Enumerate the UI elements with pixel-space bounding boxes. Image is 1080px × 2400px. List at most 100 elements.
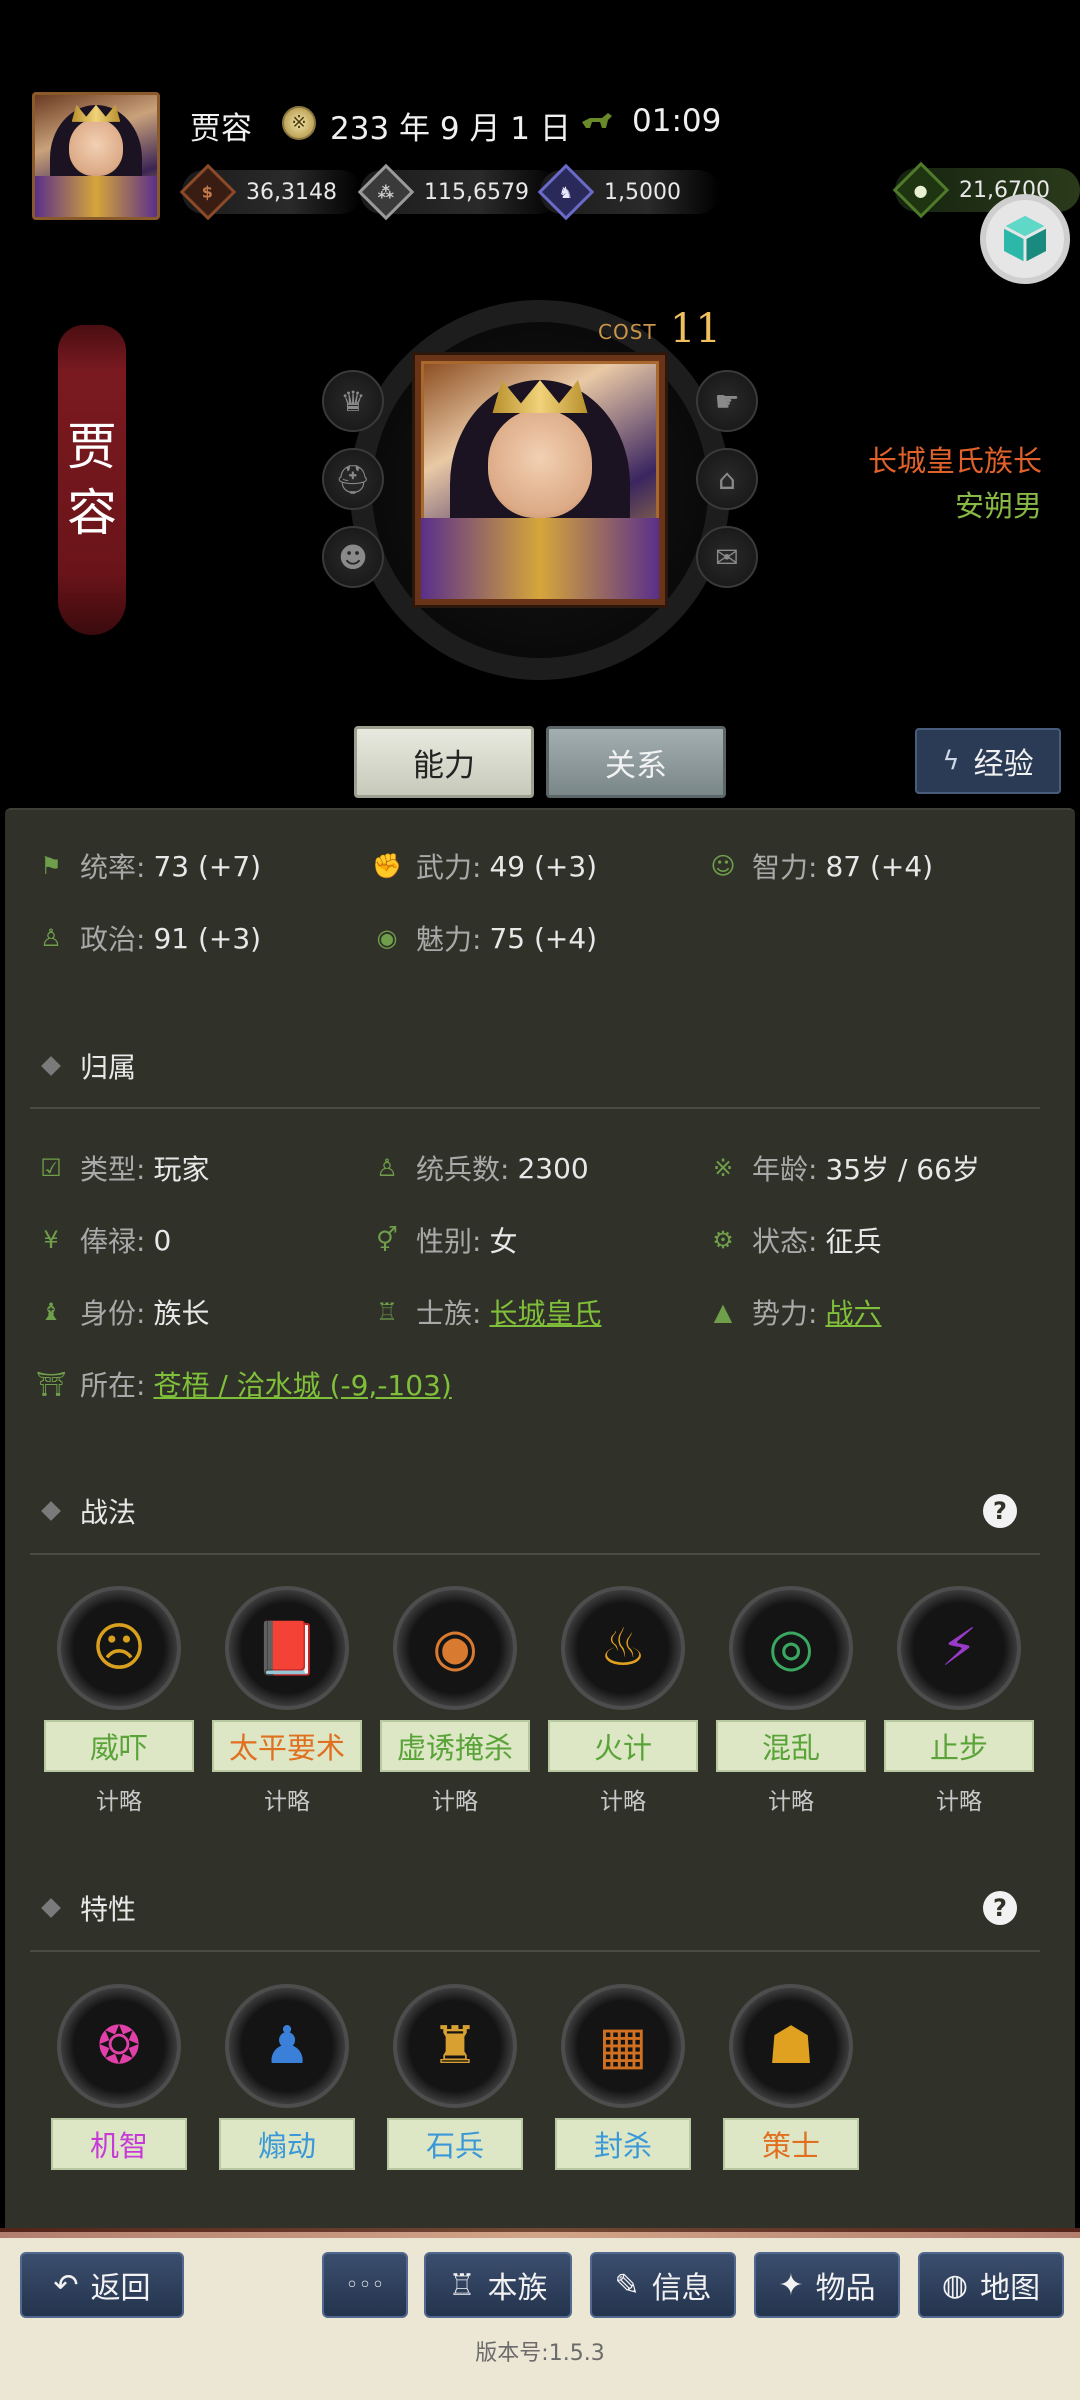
back-arrow-icon: ↶ (53, 2267, 79, 2303)
cube-icon[interactable] (980, 194, 1070, 284)
player-name: 贾容 (190, 111, 252, 147)
clan-button[interactable]: ♖ 本族 (424, 2252, 572, 2318)
clan-link[interactable]: 长城皇氏 (489, 1292, 601, 1332)
screaming-face-icon: ☹ (57, 1586, 181, 1710)
mask-slot-icon[interactable]: ☻ (322, 526, 384, 588)
figure-icon: ♝ (40, 1298, 62, 1326)
banner-char-2: 容 (67, 484, 117, 542)
hero-portrait[interactable] (415, 355, 665, 605)
brain-icon: ☺ (710, 852, 736, 880)
cost-value: 11 (670, 306, 721, 352)
noble-rank: 安朔男 (954, 489, 1042, 523)
info-location: ⛩ 所在: 苍梧 / 洽水城 (-9,-103) (36, 1364, 452, 1404)
hat-slot-icon[interactable]: ⌂ (696, 448, 758, 510)
flag-icon: ⚑ (40, 852, 62, 880)
grain-icon: ⁂ (357, 163, 415, 221)
info-type: ☑ 类型: 玩家 (36, 1148, 209, 1188)
version-label: 版本号:1.5.3 (475, 2341, 605, 2366)
tab-ability[interactable]: 能力 (354, 726, 534, 798)
crate-icon: ▦ (561, 1984, 685, 2108)
trait-item[interactable]: ❂ 机智 (44, 1984, 194, 2170)
stat-intelligence: ☺ 智力: 87 (+4) (708, 846, 933, 886)
section-traits: 特性 (41, 1888, 136, 1928)
person-icon: ♙ (376, 1154, 398, 1182)
stat-leadership: ⚑ 统率: 73 (+7) (36, 846, 261, 886)
brain-icon: ❂ (57, 1984, 181, 2108)
yen-coin-icon: ¥ (43, 1226, 59, 1254)
game-time: 01:09 (632, 103, 722, 139)
tactic-item[interactable]: ◎ 混乱 计略 (716, 1586, 866, 1816)
info-force: ▲ 势力: 战六 (708, 1292, 882, 1332)
bag-icon: ♙ (40, 924, 62, 952)
trait-item[interactable]: ♜ 石兵 (380, 1984, 530, 2170)
stat-charisma: ◉ 魅力: 75 (+4) (372, 918, 598, 958)
tactic-item[interactable]: 📕 太平要术 计略 (212, 1586, 362, 1816)
exp-button[interactable]: ϟ 经验 (915, 728, 1061, 794)
info-salary: ¥ 俸禄: 0 (36, 1220, 171, 1260)
eye-icon: ◉ (376, 924, 398, 952)
exp-button-label: 经验 (973, 747, 1034, 782)
status-icon: ⚙ (712, 1226, 734, 1254)
trait-item[interactable]: ▦ 封杀 (548, 1984, 698, 2170)
force-link[interactable]: 战六 (825, 1292, 881, 1332)
resource-grain: ⁂ 115,6579 (357, 163, 560, 221)
mask-icon: ◉ (393, 1586, 517, 1710)
banner-char-1: 贾 (67, 418, 117, 476)
bottom-bar-edge (0, 2228, 1080, 2238)
info-age: ※ 年龄: 35岁 / 66岁 (708, 1148, 980, 1188)
gate-icon: ⛩ (36, 1370, 67, 1398)
swirl-icon: ◎ (729, 1586, 853, 1710)
info-identity: ♝ 身份: 族长 (36, 1292, 209, 1332)
trait-item[interactable]: ♟ 煽动 (212, 1984, 362, 2170)
arm-icon: ✊ (372, 852, 402, 880)
calendar-coin-icon: ※ (282, 106, 316, 140)
info-button[interactable]: ✎ 信息 (590, 2252, 736, 2318)
items-icon: ✦ (778, 2267, 804, 2303)
resource-troops: ♞ 1,5000 (537, 163, 720, 221)
tactic-item[interactable]: ☹ 威吓 计略 (44, 1586, 194, 1816)
info-gender: ⚥ 性别: 女 (372, 1220, 517, 1260)
resource-troops-value: 1,5000 (604, 179, 681, 205)
speaker-icon: ♟ (225, 1984, 349, 2108)
hand-slot-icon[interactable]: ☛ (696, 370, 758, 432)
clan-icon: ♖ (448, 2267, 476, 2303)
helmet-slot-icon[interactable]: ⛑ (322, 448, 384, 510)
globe-icon: ◍ (941, 2267, 969, 2303)
boot-icon: ⚡ (897, 1586, 1021, 1710)
back-button[interactable]: ↶ 返回 (20, 2252, 184, 2318)
divider (30, 1107, 1040, 1109)
horse-icon (582, 113, 612, 128)
items-button[interactable]: ✦ 物品 (754, 2252, 900, 2318)
checklist-icon: ☑ (40, 1154, 62, 1182)
tactics-help-icon[interactable]: ? (983, 1494, 1017, 1528)
clan-icon: ♖ (376, 1298, 398, 1326)
clan-title: 长城皇氏族长 (867, 444, 1042, 478)
info-status: ⚙ 状态: 征兵 (708, 1220, 881, 1260)
tactic-item[interactable]: ⚡ 止步 计略 (884, 1586, 1034, 1816)
resource-gold: $ 36,3148 (179, 163, 362, 221)
stat-force: ✊ 武力: 49 (+3) (372, 849, 598, 885)
crown-slot-icon[interactable]: ♛ (322, 370, 384, 432)
more-button[interactable]: ◦◦◦ (322, 2252, 408, 2318)
resource-gold-value: 36,3148 (246, 179, 337, 205)
trait-item[interactable]: ☗ 策士 (716, 1984, 866, 2170)
spellbook-icon: 📕 (225, 1586, 349, 1710)
tab-relation[interactable]: 关系 (546, 726, 726, 798)
scholar-cap-slot-icon[interactable]: ✉ (696, 526, 758, 588)
map-button[interactable]: ◍ 地图 (918, 2252, 1064, 2318)
mountain-icon: ▲ (713, 1298, 733, 1326)
player-avatar[interactable] (32, 92, 160, 220)
lightning-icon: ϟ (942, 746, 960, 776)
gold-icon: $ (179, 163, 237, 221)
tactic-item[interactable]: ♨ 火计 计略 (548, 1586, 698, 1816)
more-dots-icon: ◦◦◦ (345, 2272, 385, 2298)
location-link[interactable]: 苍梧 / 洽水城 (-9,-103) (153, 1364, 451, 1404)
info-clan: ♖ 士族: 长城皇氏 (372, 1292, 601, 1332)
info-troops: ♙ 统兵数: 2300 (372, 1148, 588, 1188)
fire-icon: ♨ (561, 1586, 685, 1710)
scholar-hat-icon: ☗ (729, 1984, 853, 2108)
traits-help-icon[interactable]: ? (983, 1891, 1017, 1925)
age-icon: ※ (712, 1154, 734, 1182)
money-bag-icon: ● (892, 161, 950, 219)
tactic-item[interactable]: ◉ 虚诱掩杀 计略 (380, 1586, 530, 1816)
